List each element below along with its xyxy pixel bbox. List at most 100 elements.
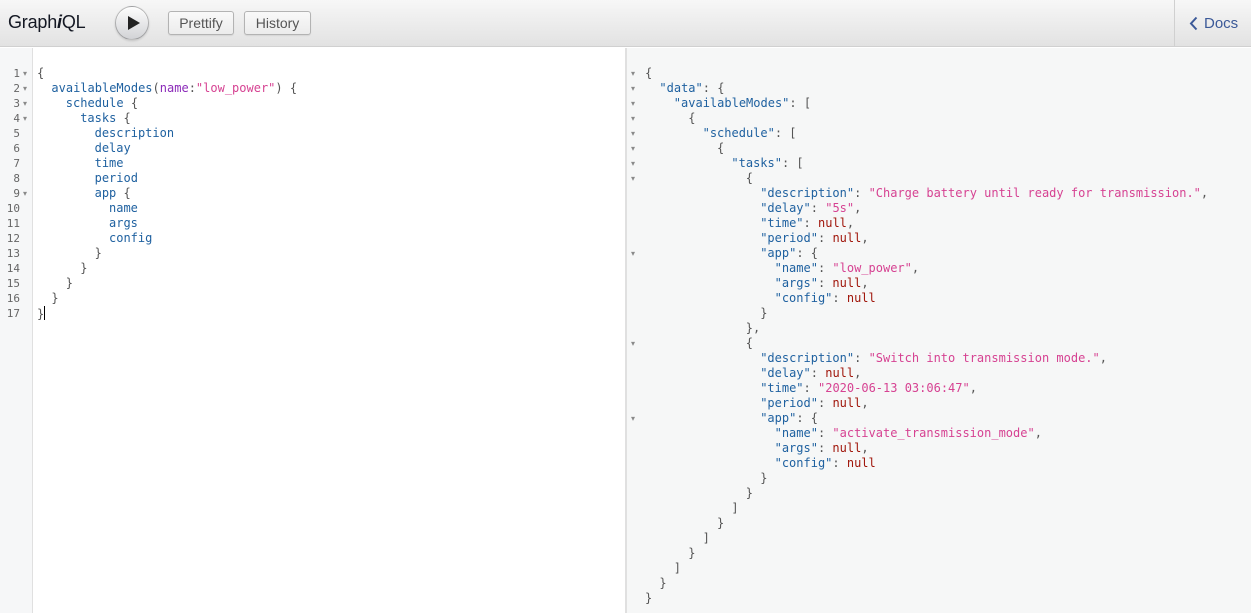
token-punct: : [854,186,869,200]
docs-button[interactable]: Docs [1174,0,1251,47]
result-line: "delay": null, [627,366,1247,381]
result-line: ▾ "tasks": [ [627,156,1247,171]
token-null: null [832,276,862,290]
token-punct: ] [731,501,739,515]
code-text: { [746,171,753,186]
result-line: ] [627,561,1247,576]
code-text: config [109,231,152,246]
token-punct: { [645,66,653,80]
fold-arrow-icon[interactable]: ▾ [631,336,635,351]
code-text: description [95,126,174,141]
token-punct: : [803,216,818,230]
token-punct: , [911,261,920,275]
fold-arrow-icon[interactable]: ▾ [23,96,27,111]
token-attr: name [159,81,189,95]
code-text: args [109,216,138,231]
query-line: 4 ▾ tasks { [0,111,620,126]
result-line: "description": "Switch into transmission… [627,351,1247,366]
result-line: } [627,486,1247,501]
code-text: schedule { [66,96,138,111]
token-string: "2020-06-13 03:06:47" [818,381,970,395]
line-number: 4 [13,112,20,125]
code-text: "description": "Charge battery until rea… [760,186,1208,201]
fold-arrow-icon[interactable]: ▾ [631,171,635,186]
line-number: 11 [6,217,20,230]
execute-query-button[interactable] [115,6,149,40]
fold-arrow-icon[interactable]: ▾ [23,111,27,126]
token-null: null [832,231,862,245]
code-text: "delay": "5s", [760,201,861,216]
query-line: 1 ▾ { [0,66,620,81]
token-punct: } [645,591,653,605]
fold-arrow-icon[interactable]: ▾ [23,66,27,81]
token-punct: } [80,261,88,275]
token-key: "delay" [760,366,811,380]
result-line: "time": "2020-06-13 03:06:47", [627,381,1247,396]
line-number: 6 [13,142,20,155]
code-text: } [717,516,724,531]
fold-arrow-icon[interactable]: ▾ [631,66,635,81]
history-button[interactable]: History [244,11,311,35]
line-number: 17 [6,307,20,320]
result-line: ▾ "availableModes": [ [627,96,1247,111]
chevron-left-icon [1189,16,1198,31]
token-key: "delay" [760,201,811,215]
result-line: ] [627,501,1247,516]
result-line: } [627,516,1247,531]
token-punct: }, [745,321,761,335]
token-punct: { [745,336,754,350]
code-text: "config": null [775,291,876,306]
fold-arrow-icon[interactable]: ▾ [631,141,635,156]
token-key: "time" [760,381,804,395]
token-null: null [846,291,876,305]
code-text: { [37,66,44,81]
query-line: 17} [0,306,620,321]
docs-label: Docs [1204,15,1239,32]
token-string: "activate_transmission_mode" [832,426,1035,440]
token-string: "Switch into transmission mode." [868,351,1100,365]
token-punct: } [37,307,45,321]
fold-arrow-icon[interactable]: ▾ [631,246,635,261]
fold-arrow-icon[interactable]: ▾ [631,126,635,141]
result-line: } [627,546,1247,561]
token-punct: , [1034,426,1042,440]
fold-arrow-icon[interactable]: ▾ [631,111,635,126]
line-number: 10 [6,202,20,215]
code-text: ] [674,561,681,576]
result-line: } [627,591,1247,606]
token-punct: , [969,381,977,395]
code-text: time [95,156,124,171]
token-field: args [109,216,138,230]
token-punct: : [817,426,833,440]
token-field: name [109,201,138,215]
token-punct: } [659,576,667,590]
query-editor[interactable]: 1 ▾{2 ▾ availableModes(name:"low_power") {3… [0,48,626,613]
code-text: } [37,306,46,322]
code-text: "time": null, [760,216,854,231]
line-number: 2 [13,82,20,95]
token-punct: { [116,186,131,200]
code-text: } [688,546,695,561]
result-viewer[interactable]: ▾{▾ "data": {▾ "availableModes": [▾{▾ "sche… [626,48,1251,613]
token-key: "name" [774,426,818,440]
token-key: "schedule" [702,126,775,140]
fold-arrow-icon[interactable]: ▾ [23,186,27,201]
fold-arrow-icon[interactable]: ▾ [631,81,635,96]
fold-arrow-icon[interactable]: ▾ [631,411,635,426]
token-punct: ] [673,561,682,575]
app-title: GraphiQL [8,12,86,33]
token-punct: { [123,96,139,110]
fold-arrow-icon[interactable]: ▾ [23,81,27,96]
prettify-button[interactable]: Prettify [168,11,234,35]
code-text: "schedule": [ [703,126,797,141]
code-text: "period": null, [760,231,868,246]
result-line: "args": null, [627,441,1247,456]
code-text: ] [731,501,738,516]
code-text: "name": "activate_transmission_mode", [775,426,1042,441]
code-text: "description": "Switch into transmission… [760,351,1107,366]
token-punct: , [861,441,869,455]
fold-arrow-icon[interactable]: ▾ [631,96,635,111]
fold-arrow-icon[interactable]: ▾ [631,156,635,171]
token-punct: , [1099,351,1107,365]
token-field: period [94,171,138,185]
